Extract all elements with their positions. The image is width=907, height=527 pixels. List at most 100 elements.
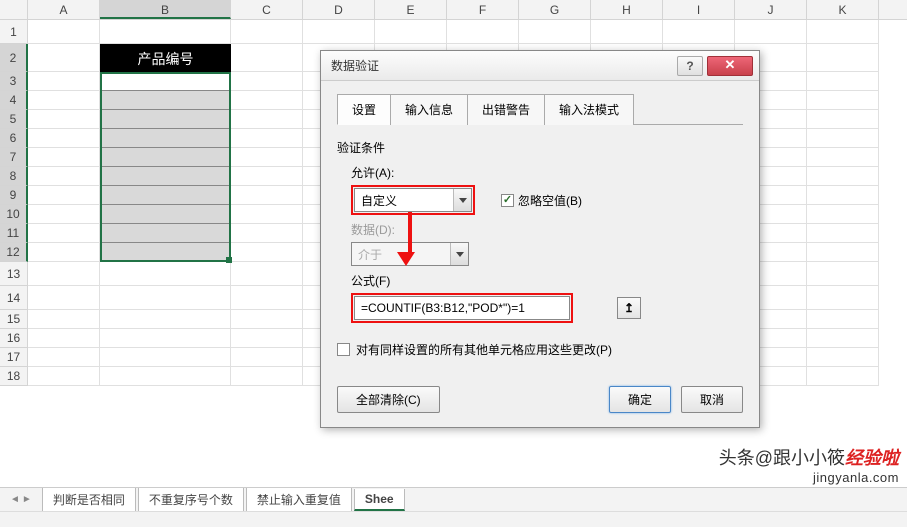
cell[interactable]	[28, 348, 100, 367]
cell[interactable]	[807, 310, 879, 329]
cell[interactable]	[231, 44, 303, 72]
cell[interactable]	[100, 310, 231, 329]
help-button[interactable]: ?	[677, 56, 703, 76]
range-picker-button[interactable]: ↥	[617, 297, 641, 319]
cell[interactable]	[231, 167, 303, 186]
row-header[interactable]: 4	[0, 91, 28, 110]
column-header[interactable]: B	[100, 0, 231, 19]
cell[interactable]	[231, 129, 303, 148]
row-header[interactable]: 7	[0, 148, 28, 167]
column-header[interactable]: H	[591, 0, 663, 19]
cell[interactable]	[231, 348, 303, 367]
row-header[interactable]: 16	[0, 329, 28, 348]
ok-button[interactable]: 确定	[609, 386, 671, 413]
horizontal-scrollbar[interactable]	[0, 511, 907, 527]
row-header[interactable]: 1	[0, 20, 28, 44]
sheet-tab[interactable]: 判断是否相同	[42, 488, 136, 512]
cell[interactable]	[735, 20, 807, 44]
row-header[interactable]: 3	[0, 72, 28, 91]
cell[interactable]	[100, 262, 231, 286]
chevron-down-icon[interactable]	[453, 189, 471, 211]
product-cell[interactable]	[100, 205, 231, 224]
cell[interactable]	[807, 367, 879, 386]
cell[interactable]	[303, 20, 375, 44]
cell[interactable]	[231, 148, 303, 167]
cell[interactable]	[28, 224, 100, 243]
cell[interactable]	[100, 348, 231, 367]
triangle-right-icon[interactable]: ►	[22, 494, 32, 505]
sheet-tab[interactable]: 不重复序号个数	[138, 488, 244, 512]
cell[interactable]	[28, 186, 100, 205]
cell[interactable]	[28, 243, 100, 262]
cell[interactable]	[807, 44, 879, 72]
column-header[interactable]: K	[807, 0, 879, 19]
cell[interactable]	[28, 167, 100, 186]
column-header[interactable]: F	[447, 0, 519, 19]
row-header[interactable]: 9	[0, 186, 28, 205]
cell[interactable]	[807, 91, 879, 110]
cell[interactable]	[28, 286, 100, 310]
product-cell[interactable]	[100, 148, 231, 167]
cell[interactable]	[231, 367, 303, 386]
column-header[interactable]: G	[519, 0, 591, 19]
cell[interactable]	[100, 329, 231, 348]
cell[interactable]	[231, 20, 303, 44]
row-header[interactable]: 8	[0, 167, 28, 186]
cell[interactable]	[807, 205, 879, 224]
select-all-corner[interactable]	[0, 0, 28, 19]
clear-all-button[interactable]: 全部清除(C)	[337, 386, 440, 413]
formula-input[interactable]: =COUNTIF(B3:B12,"POD*")=1	[354, 296, 570, 320]
close-button[interactable]: ✕	[707, 56, 753, 76]
cell[interactable]	[28, 44, 100, 72]
cell[interactable]	[807, 167, 879, 186]
cell[interactable]	[807, 262, 879, 286]
row-header[interactable]: 2	[0, 44, 28, 72]
row-header[interactable]: 12	[0, 243, 28, 262]
row-header[interactable]: 10	[0, 205, 28, 224]
tab-error-alert[interactable]: 出错警告	[467, 94, 545, 125]
cell[interactable]	[231, 262, 303, 286]
cell[interactable]	[100, 20, 231, 44]
cell[interactable]	[28, 20, 100, 44]
row-header[interactable]: 18	[0, 367, 28, 386]
cell[interactable]	[28, 329, 100, 348]
cell[interactable]	[807, 286, 879, 310]
cell[interactable]	[28, 110, 100, 129]
cell[interactable]	[807, 20, 879, 44]
sheet-tab[interactable]: 禁止输入重复值	[246, 488, 352, 512]
row-header[interactable]: 14	[0, 286, 28, 310]
sheet-nav-arrows[interactable]: ◄ ►	[0, 494, 42, 505]
cell[interactable]	[231, 310, 303, 329]
row-header[interactable]: 17	[0, 348, 28, 367]
row-header[interactable]: 15	[0, 310, 28, 329]
product-cell[interactable]	[100, 224, 231, 243]
cell[interactable]	[231, 72, 303, 91]
cell[interactable]	[231, 243, 303, 262]
cell[interactable]	[28, 129, 100, 148]
cell[interactable]	[100, 286, 231, 310]
cancel-button[interactable]: 取消	[681, 386, 743, 413]
cell[interactable]	[28, 262, 100, 286]
row-header[interactable]: 6	[0, 129, 28, 148]
triangle-left-icon[interactable]: ◄	[10, 494, 20, 505]
cell[interactable]	[231, 110, 303, 129]
ignore-blank-checkbox[interactable]	[501, 194, 514, 207]
dialog-titlebar[interactable]: 数据验证 ? ✕	[321, 51, 759, 81]
cell[interactable]	[28, 367, 100, 386]
cell[interactable]	[591, 20, 663, 44]
cell[interactable]	[807, 329, 879, 348]
product-cell[interactable]	[100, 91, 231, 110]
cell[interactable]	[231, 224, 303, 243]
cell[interactable]	[519, 20, 591, 44]
tab-input-message[interactable]: 输入信息	[390, 94, 468, 125]
product-cell[interactable]	[100, 186, 231, 205]
cell[interactable]	[100, 367, 231, 386]
cell[interactable]	[231, 329, 303, 348]
cell[interactable]	[807, 110, 879, 129]
cell[interactable]	[807, 129, 879, 148]
cell[interactable]	[28, 91, 100, 110]
cell[interactable]	[447, 20, 519, 44]
cell[interactable]	[375, 20, 447, 44]
cell[interactable]	[807, 348, 879, 367]
row-header[interactable]: 5	[0, 110, 28, 129]
